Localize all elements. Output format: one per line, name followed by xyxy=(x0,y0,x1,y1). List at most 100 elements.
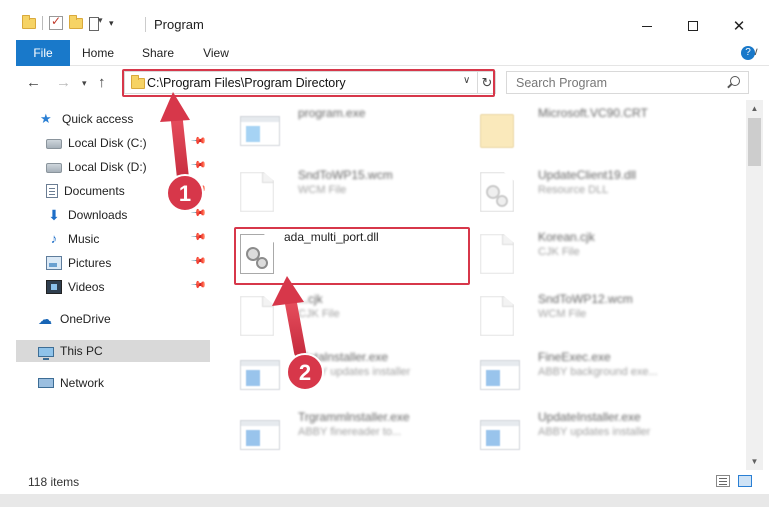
sidebar-item-label: Pictures xyxy=(68,256,112,270)
large-icons-view-icon[interactable] xyxy=(738,475,752,487)
exe-icon xyxy=(240,360,280,390)
pin-icon[interactable]: 📌 xyxy=(189,277,206,294)
tab-share[interactable]: Share xyxy=(138,40,178,66)
file-type: ABBY finereader to... xyxy=(298,426,402,438)
pin-icon[interactable]: 📌 xyxy=(189,133,206,150)
file-item-fineexec[interactable]: FineExec.exe ABBY background exe... xyxy=(466,344,701,400)
sidebar-item-label: Quick access xyxy=(62,112,134,126)
file-type: CJK File xyxy=(538,246,580,258)
file-item-trgramminstaller[interactable]: Trgrammlnstaller.exe ABBY finereader to.… xyxy=(226,404,461,460)
file-name: SndToWP15.wcm xyxy=(298,168,393,182)
sidebar-item-pictures[interactable]: Pictures 📌 xyxy=(16,252,210,274)
folder-icon[interactable] xyxy=(22,14,36,29)
scroll-thumb[interactable] xyxy=(748,118,761,166)
file-name: UpdateClient19.dll xyxy=(538,168,637,182)
folder-icon xyxy=(480,114,514,148)
new-folder-icon[interactable] xyxy=(69,14,83,29)
file-name: SndToWP12.wcm xyxy=(538,292,633,306)
file-type: WCM File xyxy=(298,184,347,196)
pictures-icon xyxy=(46,256,62,270)
scroll-down-icon[interactable]: ▼ xyxy=(746,453,763,470)
details-view-icon[interactable] xyxy=(716,475,730,487)
sidebar-item-music[interactable]: ♪ Music 📌 xyxy=(16,228,210,250)
taskbar-strip xyxy=(0,494,769,507)
sidebar-item-label: OneDrive xyxy=(60,312,111,326)
file-type: ABBY background exe... xyxy=(538,366,658,378)
customize-toolbar-icon[interactable] xyxy=(89,15,103,31)
vertical-scrollbar[interactable]: ▲ ▼ xyxy=(746,100,763,470)
quick-access-toolbar: ▾ xyxy=(22,14,114,31)
sidebar-item-local-disk-c[interactable]: Local Disk (C:) 📌 xyxy=(16,132,210,154)
help-icon[interactable]: ? xyxy=(741,46,755,60)
ribbon-tabs: File Home Share View ∨ xyxy=(16,40,769,66)
tab-file[interactable]: File xyxy=(16,40,70,66)
sidebar-item-quick-access[interactable]: ★ Quick access xyxy=(16,108,210,130)
pin-icon[interactable]: 📌 xyxy=(189,229,206,246)
file-type: CJK File xyxy=(298,308,340,320)
annotation-number-1: 1 xyxy=(178,181,192,206)
sidebar-item-this-pc[interactable]: This PC xyxy=(16,340,210,362)
tab-home[interactable]: Home xyxy=(78,40,118,66)
forward-arrow-icon[interactable]: → xyxy=(56,74,71,91)
sidebar-item-label: Local Disk (D:) xyxy=(68,160,147,174)
document-icon xyxy=(480,296,514,336)
star-icon: ★ xyxy=(40,111,52,126)
sidebar-item-local-disk-d[interactable]: Local Disk (D:) 📌 xyxy=(16,156,210,178)
file-item-korean-cjk[interactable]: Korean.cjk CJK File xyxy=(466,224,701,280)
videos-icon xyxy=(46,280,62,294)
file-highlight-box xyxy=(234,227,470,285)
file-item-updateclient19[interactable]: UpdateClient19.dll Resource DLL xyxy=(466,162,701,218)
file-item-metainstaller[interactable]: Metalnstaller.exe ABBY updates installer xyxy=(226,344,461,400)
file-item-updateinstaller[interactable]: UpdateInstaller.exe ABBY updates install… xyxy=(466,404,701,460)
sidebar-item-downloads[interactable]: ⬇ Downloads 📌 xyxy=(16,204,210,226)
disk-icon xyxy=(46,163,62,173)
recent-locations-icon[interactable]: ▾ xyxy=(82,78,87,89)
search-placeholder: Search Program xyxy=(516,76,608,90)
pin-icon[interactable]: 📌 xyxy=(189,157,206,174)
document-icon xyxy=(240,296,274,336)
toolbar-separator xyxy=(42,16,43,30)
tab-view[interactable]: View xyxy=(198,40,234,66)
document-icon xyxy=(480,234,514,274)
minimize-button[interactable] xyxy=(624,12,670,40)
pin-icon[interactable]: 📌 xyxy=(189,253,206,270)
file-name: Trgrammlnstaller.exe xyxy=(298,410,410,424)
file-item-program-exe[interactable]: program.exe xyxy=(226,100,461,156)
dll-icon xyxy=(480,172,514,212)
search-icon xyxy=(730,76,740,86)
download-icon: ⬇ xyxy=(48,207,60,223)
file-name: Microsoft.VC90.CRT xyxy=(538,106,648,120)
file-name: FineExec.exe xyxy=(538,350,611,364)
file-item-cjk[interactable]: ...cjk CJK File xyxy=(226,286,461,342)
sidebar-item-label: Videos xyxy=(68,280,105,294)
search-box[interactable]: Search Program xyxy=(506,71,749,94)
back-arrow-icon[interactable]: ← xyxy=(26,74,41,91)
file-item-sndtowp15[interactable]: SndToWP15.wcm WCM File xyxy=(226,162,461,218)
file-item-sndtowp12[interactable]: SndToWP12.wcm WCM File xyxy=(466,286,701,342)
sidebar-item-network[interactable]: Network xyxy=(16,372,210,394)
window-left-edge xyxy=(0,40,16,507)
documents-icon xyxy=(46,184,58,198)
exe-icon xyxy=(240,420,280,450)
sidebar-item-label: Music xyxy=(68,232,100,246)
close-button[interactable]: ✕ xyxy=(716,12,762,40)
maximize-button[interactable] xyxy=(670,12,716,40)
sidebar-item-onedrive[interactable]: ☁ OneDrive xyxy=(16,308,210,330)
navigation-pane: ★ Quick access Local Disk (C:) 📌 Local D… xyxy=(16,100,210,470)
qat-dropdown-icon[interactable]: ▾ xyxy=(109,18,114,29)
title-bar: ▾ Program ✕ xyxy=(0,0,769,40)
up-arrow-icon[interactable]: ↑ xyxy=(98,74,106,91)
file-list: program.exe Microsoft.VC90.CRT SndToWP15… xyxy=(210,100,746,470)
file-type: ABBY updates installer xyxy=(538,426,651,438)
sidebar-item-videos[interactable]: Videos 📌 xyxy=(16,276,210,298)
document-icon xyxy=(240,172,274,212)
scroll-up-icon[interactable]: ▲ xyxy=(746,100,763,117)
file-name: ...cjk xyxy=(298,292,323,306)
sidebar-item-label: Local Disk (C:) xyxy=(68,136,147,150)
status-bar: 118 items xyxy=(16,470,769,494)
exe-icon xyxy=(240,116,280,146)
pin-icon[interactable]: 📌 xyxy=(189,205,206,222)
properties-check-icon[interactable] xyxy=(49,14,63,30)
file-item-vc90-folder[interactable]: Microsoft.VC90.CRT xyxy=(466,100,701,156)
item-count: 118 items xyxy=(28,475,80,489)
